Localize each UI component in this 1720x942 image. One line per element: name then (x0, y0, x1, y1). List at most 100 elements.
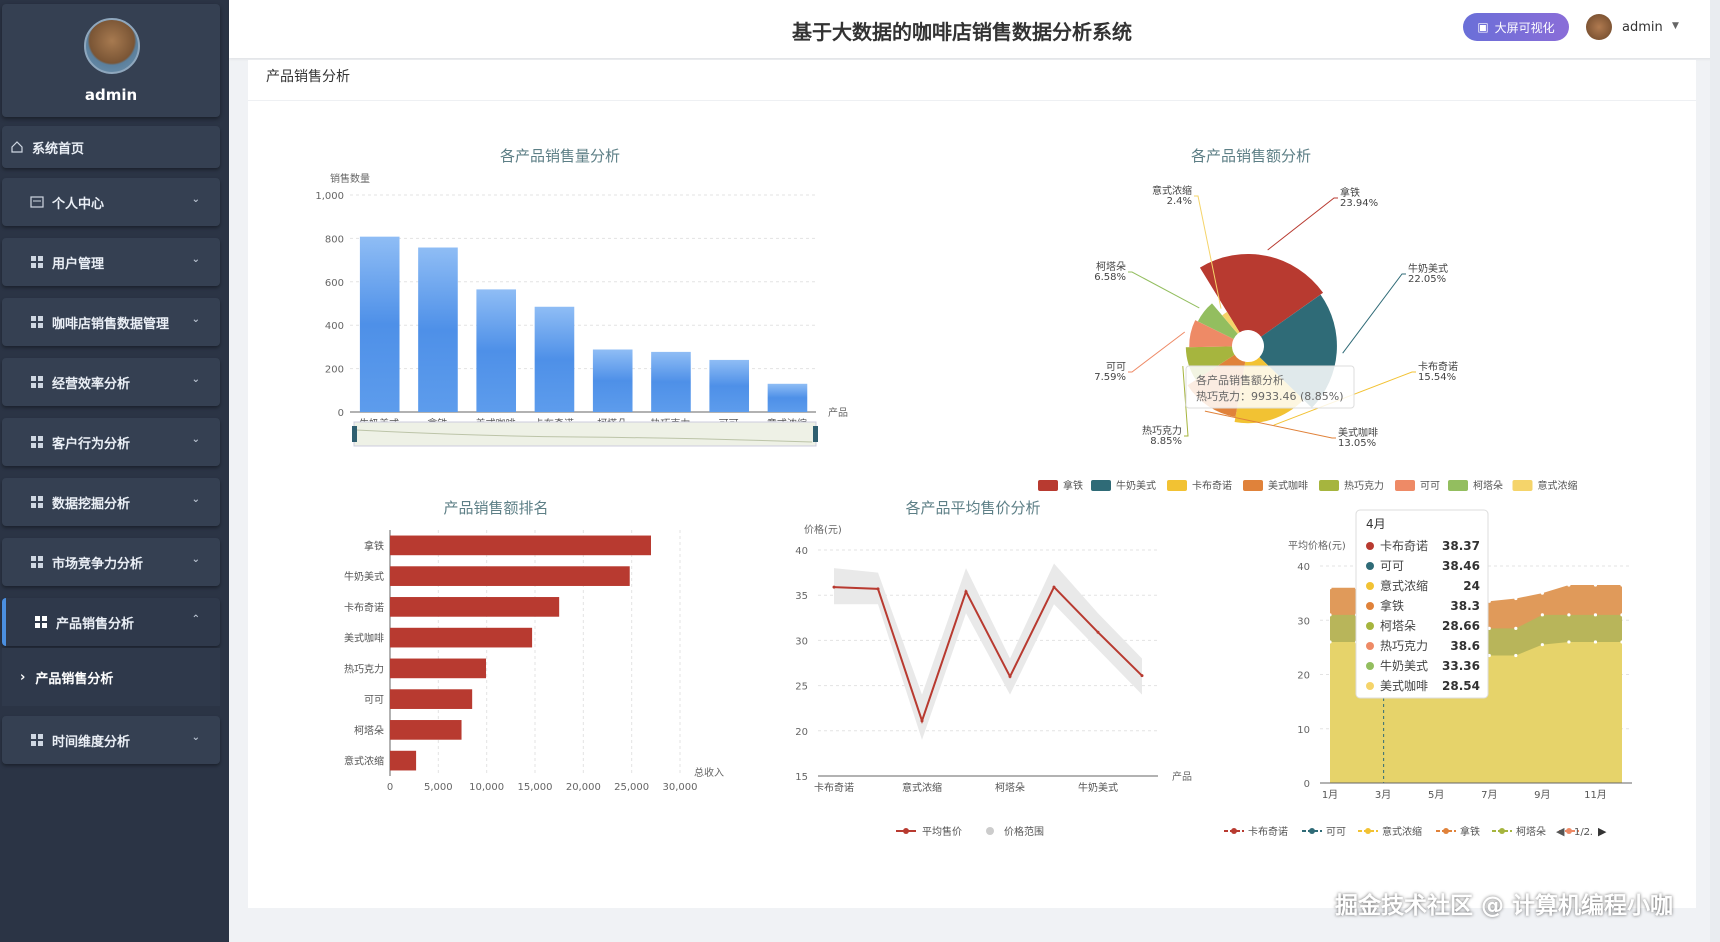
legend-label: 价格范围 (1004, 825, 1044, 838)
legend-swatch (1395, 480, 1415, 491)
legend-swatch (1091, 480, 1111, 491)
area-point (1328, 640, 1332, 644)
bar (359, 236, 400, 412)
pie-label-percent: 22.05% (1408, 274, 1446, 285)
x-tick-label: 牛奶美式 (1078, 781, 1118, 794)
x-tick-label: 1月 (1322, 789, 1338, 801)
sidebar-item-users[interactable]: 用户管理 ⌄ (2, 238, 220, 286)
charts-canvas: 各产品销售量分析销售数量02004006008001,000牛奶美式拿铁美式咖啡… (315, 147, 1632, 838)
sidebar-subitem-product-sales[interactable]: › 产品销售分析 (2, 648, 220, 706)
tooltip-month: 4月 (1366, 517, 1386, 531)
y-tick-label: 意式浓缩 (344, 755, 384, 768)
y-tick-label: 可可 (364, 695, 384, 706)
tooltip-series: 热巧克力 (1380, 639, 1428, 653)
x-tick-label: 0 (387, 782, 393, 793)
legend-swatch (1038, 480, 1058, 491)
sidebar-item-market[interactable]: 市场竞争力分析 ⌄ (2, 538, 220, 586)
bar (651, 351, 691, 412)
x-tick-label: 3月 (1375, 789, 1391, 801)
chevron-down-icon: ⌄ (191, 194, 200, 205)
legend-swatch (1448, 480, 1468, 491)
chart-title: 各产品平均售价分析 (905, 499, 1040, 517)
avg-price-point (1140, 674, 1144, 678)
pie-label-percent: 13.05% (1338, 438, 1376, 449)
pie-tooltip-title: 各产品销售额分析 (1196, 373, 1284, 387)
bar (390, 689, 473, 709)
area-point (1593, 613, 1598, 617)
x-tick-label: 9月 (1534, 789, 1550, 801)
bigscreen-label: 大屏可视化 (1494, 20, 1555, 35)
sidebar-item-mining[interactable]: 数据挖掘分析 ⌄ (2, 478, 220, 526)
x-axis-label: 产品 (828, 406, 848, 419)
y-tick-label: 15 (795, 772, 808, 783)
bar (390, 535, 651, 556)
x-tick-label: 5月 (1428, 789, 1444, 801)
y-tick-label: 牛奶美式 (344, 570, 384, 583)
avg-price-point (920, 719, 924, 723)
grid-icon (35, 616, 47, 628)
y-tick-label: 1,000 (315, 191, 344, 202)
x-tick-label: 5,000 (424, 782, 453, 793)
legend-label: 意式浓缩 (1538, 479, 1578, 492)
y-tick-label: 25 (795, 682, 808, 693)
sidebar-item-sales-data[interactable]: 咖啡店销售数据管理 ⌄ (2, 298, 220, 346)
chart-title: 各产品销售量分析 (500, 147, 620, 165)
legend-label: 卡布奇诺 (1192, 479, 1232, 492)
tooltip-swatch (1366, 562, 1374, 570)
avg-price-point (1052, 585, 1056, 589)
sidebar-item-home[interactable]: 系统首页 (2, 126, 220, 168)
y-tick-label: 0 (1304, 779, 1310, 790)
legend-label: 可可 (1326, 827, 1346, 838)
sidebar-item-efficiency[interactable]: 经营效率分析 ⌄ (2, 358, 220, 406)
y-tick-label: 热巧克力 (344, 662, 384, 675)
datazoom-handle-left (352, 426, 357, 442)
pie-label-line (1128, 271, 1200, 309)
y-tick-label: 20 (795, 727, 808, 738)
legend-marker (1566, 828, 1572, 834)
grid-icon (31, 734, 43, 746)
tooltip-swatch (1366, 622, 1374, 630)
legend-swatch (1243, 480, 1263, 491)
tooltip-series: 柯塔朵 (1380, 619, 1416, 633)
chevron-down-icon: ⌄ (191, 732, 200, 743)
tooltip-series: 意式浓缩 (1380, 578, 1428, 593)
user-avatar[interactable] (1586, 14, 1612, 40)
legend-prev-icon: ◀ (1556, 825, 1565, 838)
avg-price-point (1008, 675, 1012, 679)
area-point (1328, 586, 1332, 590)
x-tick-label: 10,000 (469, 782, 504, 793)
chevron-down-icon: ⌄ (191, 434, 200, 445)
legend-marker (1499, 828, 1505, 834)
grid-icon (31, 496, 43, 508)
avatar[interactable] (84, 18, 140, 74)
area-point (1567, 640, 1571, 644)
x-axis-label: 产品 (1172, 770, 1192, 783)
sidebar-item-customer[interactable]: 客户行为分析 ⌄ (2, 418, 220, 466)
sidebar-item-time[interactable]: 时间维度分析 ⌄ (2, 716, 220, 764)
datazoom-slider (353, 421, 817, 447)
y-tick-label: 35 (795, 591, 808, 602)
bigscreen-button[interactable]: ▣ 大屏可视化 (1463, 13, 1569, 41)
area-point (1567, 613, 1571, 617)
grid-icon (31, 316, 43, 328)
bar (390, 566, 630, 586)
legend-label: 牛奶美式 (1116, 479, 1156, 492)
caret-down-icon[interactable]: ▼ (1672, 21, 1679, 31)
y-tick-label: 柯塔朵 (354, 724, 384, 737)
pie-label-line (1342, 273, 1406, 354)
legend-swatch (1167, 480, 1187, 491)
scrollbar[interactable] (1710, 0, 1720, 942)
sidebar-item-profile[interactable]: 个人中心 ⌄ (2, 178, 220, 226)
user-menu[interactable]: admin (1622, 20, 1663, 35)
x-axis-label: 总收入 (694, 766, 724, 779)
x-tick-label: 意式浓缩 (902, 781, 942, 794)
tooltip-value: 28.66 (1442, 619, 1480, 633)
sidebar-item-product-sales[interactable]: 产品销售分析 ⌃ (2, 598, 220, 646)
y-tick-label: 40 (795, 546, 808, 557)
legend-label: 美式咖啡 (1268, 479, 1308, 492)
chevron-down-icon: ⌄ (191, 494, 200, 505)
avg-price-point (876, 587, 880, 591)
y-tick-label: 卡布奇诺 (344, 601, 384, 614)
legend-marker (903, 828, 909, 834)
pie-label-percent: 23.94% (1340, 198, 1378, 209)
